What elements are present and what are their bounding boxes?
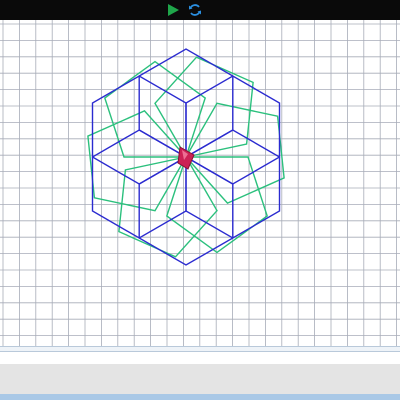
pentagon-shape (103, 60, 207, 158)
play-icon (168, 4, 179, 16)
grid (0, 20, 400, 346)
run-button[interactable] (164, 1, 182, 19)
drawing-canvas[interactable] (0, 20, 400, 346)
refresh-icon (189, 4, 201, 16)
toolbar (0, 0, 400, 20)
window-bottom-edge (0, 394, 400, 400)
status-panel (0, 364, 400, 394)
reset-button[interactable] (186, 1, 204, 19)
canvas-gap (0, 352, 400, 364)
turtle-drawing (0, 20, 400, 346)
